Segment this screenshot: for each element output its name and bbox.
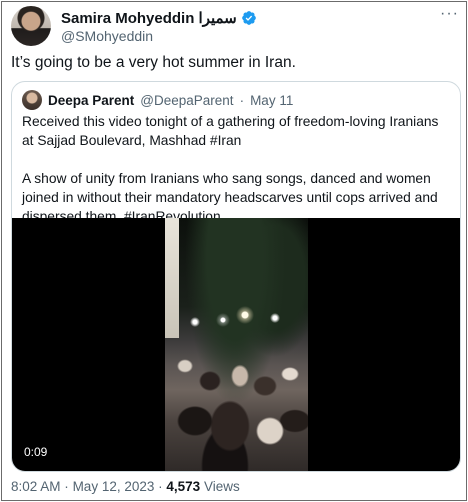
video-duration: 0:09 [24, 445, 48, 459]
quoted-author-handle[interactable]: @DeepaParent [140, 93, 233, 108]
author-handle[interactable]: @SMohyeddin [61, 28, 153, 44]
quoted-tweet-date[interactable]: May 11 [250, 93, 293, 108]
crowd-image [165, 326, 308, 471]
quoted-tweet[interactable]: Deepa Parent @DeepaParent · May 11 Recei… [11, 81, 461, 472]
quoted-tweet-header: Deepa Parent @DeepaParent · May 11 [22, 90, 293, 110]
footer-separator: · [158, 479, 163, 494]
tweet-card: Samira Mohyeddin سمیرا @SMohyeddin ··· I… [1, 1, 467, 501]
views-count: 4,573 [166, 479, 201, 494]
quoted-author-name[interactable]: Deepa Parent [48, 93, 134, 108]
tweet-time[interactable]: 8:02 AM [11, 479, 61, 494]
tweet-footer: 8:02 AM · May 12, 2023 · 4,573 Views [11, 479, 240, 494]
tweet-date[interactable]: May 12, 2023 [73, 479, 155, 494]
views-label: Views [203, 479, 240, 494]
more-horizontal-icon[interactable]: ··· [440, 6, 459, 22]
footer-separator: · [64, 479, 69, 494]
author-name[interactable]: Samira Mohyeddin سمیرا [61, 9, 237, 27]
meta-separator: · [239, 92, 245, 108]
video-thumbnail [165, 218, 308, 471]
quoted-paragraph-1: Received this video tonight of a gatheri… [22, 114, 439, 148]
quoted-author-avatar[interactable] [22, 90, 42, 110]
tweet-text: It’s going to be a very hot summer in Ir… [11, 54, 296, 71]
tweet-header: Samira Mohyeddin سمیرا @SMohyeddin ··· [11, 6, 461, 46]
author-avatar[interactable] [11, 6, 51, 46]
author-name-row[interactable]: Samira Mohyeddin سمیرا [61, 9, 257, 27]
video-player[interactable]: 0:09 [12, 218, 460, 471]
verified-badge-icon [241, 11, 256, 25]
